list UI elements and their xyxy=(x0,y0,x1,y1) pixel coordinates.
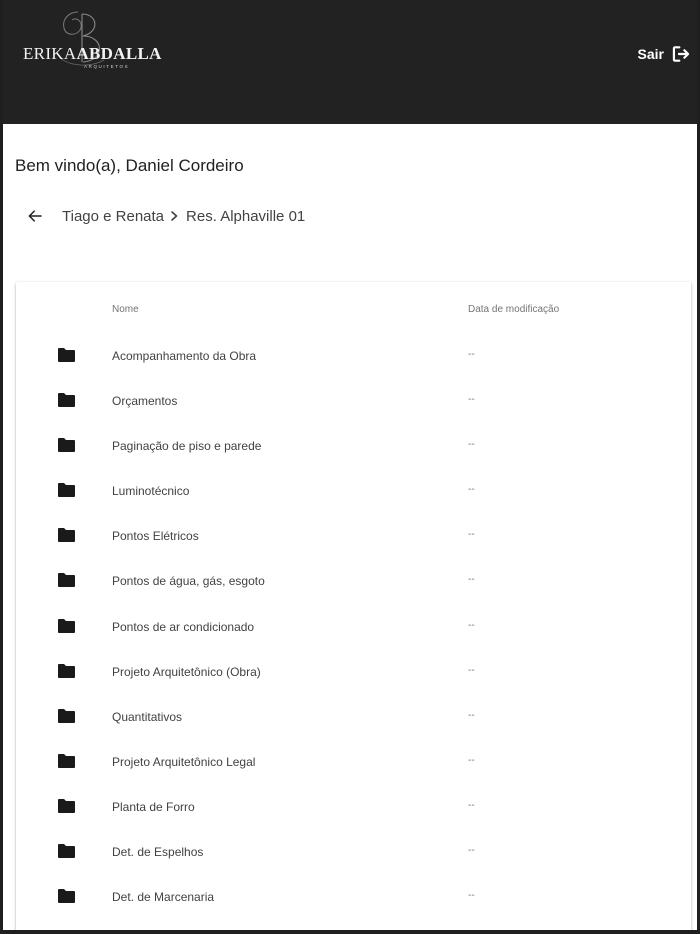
logout-icon xyxy=(672,46,690,62)
table-row[interactable]: Det. de Espelhos -- xyxy=(16,829,691,874)
table-row[interactable]: Acompanhamento da Obra -- xyxy=(16,333,691,378)
file-modified-date: -- xyxy=(468,529,475,541)
table-row[interactable]: Det. de Marcenaria -- xyxy=(16,874,691,919)
folder-icon xyxy=(58,844,75,859)
file-name: Det. de Espelhos xyxy=(112,845,204,860)
file-name: Pontos Elétricos xyxy=(112,529,199,544)
file-name: Pontos de água, gás, esgoto xyxy=(112,574,265,589)
column-header-modified[interactable]: Data de modificação xyxy=(468,304,559,315)
file-name: Det. de Marcenaria xyxy=(112,890,215,905)
folder-icon xyxy=(58,438,75,453)
chevron-right-icon xyxy=(171,211,178,221)
file-name: Pontos de ar condicionado xyxy=(112,619,255,634)
folder-icon xyxy=(58,663,75,678)
table-row[interactable]: Projeto Arquitetônico Legal -- xyxy=(16,739,691,784)
welcome-message: Bem vindo(a), Daniel Cordeiro xyxy=(15,156,244,175)
file-modified-date: -- xyxy=(468,574,475,586)
table-row[interactable]: Pontos de água, gás, esgoto -- xyxy=(16,558,691,603)
file-modified-date: -- xyxy=(468,890,475,902)
file-modified-date: -- xyxy=(468,619,475,631)
table-row[interactable]: Planta de Forro -- xyxy=(16,784,691,829)
folder-icon xyxy=(58,618,75,633)
folder-icon xyxy=(58,348,75,362)
file-name: Acompanhamento da Obra xyxy=(112,349,257,363)
logo-wordmark: ERIKAABDALLA xyxy=(23,44,162,63)
breadcrumb-item-client[interactable]: Tiago e Renata xyxy=(62,208,164,225)
breadcrumb: Tiago e Renata Res. Alphaville 01 xyxy=(25,200,305,232)
logout-button[interactable]: Sair xyxy=(638,44,691,64)
folder-icon xyxy=(58,798,75,813)
file-list-card: Nome Data de modificação Acompanhamento … xyxy=(16,282,691,930)
folder-icon xyxy=(58,889,75,904)
file-list: Acompanhamento da Obra -- Orçamentos -- … xyxy=(16,333,691,919)
file-modified-date: -- xyxy=(468,845,475,857)
table-row[interactable]: Paginação de piso e parede -- xyxy=(16,423,691,468)
file-modified-date: -- xyxy=(468,439,475,451)
arrow-back-icon xyxy=(28,210,42,222)
table-row[interactable]: Pontos Elétricos -- xyxy=(16,513,691,558)
file-name: Projeto Arquitetônico Legal xyxy=(112,754,256,769)
file-name: Quantitativos xyxy=(112,709,183,724)
table-row[interactable]: Projeto Arquitetônico (Obra) -- xyxy=(16,649,691,694)
folder-icon xyxy=(58,753,75,768)
breadcrumb-item-project[interactable]: Res. Alphaville 01 xyxy=(186,208,305,225)
file-modified-date: -- xyxy=(468,664,475,676)
column-header-name[interactable]: Nome xyxy=(112,304,139,315)
folder-icon xyxy=(58,483,75,498)
table-row[interactable]: Luminotécnico -- xyxy=(16,468,691,513)
file-modified-date: -- xyxy=(468,349,475,360)
top-app-bar: ERIKAABDALLA ARQUITETOS Sair xyxy=(3,0,697,124)
folder-icon xyxy=(58,528,75,543)
folder-icon xyxy=(58,393,75,408)
folder-icon xyxy=(58,573,75,588)
file-modified-date: -- xyxy=(468,754,475,766)
file-modified-date: -- xyxy=(468,484,475,496)
file-name: Orçamentos xyxy=(112,394,178,409)
back-button[interactable] xyxy=(25,206,45,226)
folder-icon xyxy=(58,708,75,723)
file-modified-date: -- xyxy=(468,394,475,406)
file-name: Planta de Forro xyxy=(112,799,195,814)
file-modified-date: -- xyxy=(468,709,475,721)
company-logo[interactable]: ERIKAABDALLA ARQUITETOS xyxy=(20,6,161,76)
file-name: Projeto Arquitetônico (Obra) xyxy=(112,664,261,679)
app-page: ERIKAABDALLA ARQUITETOS Sair Bem vindo(a… xyxy=(0,0,700,934)
file-modified-date: -- xyxy=(468,799,475,811)
logo-subtitle: ARQUITETOS xyxy=(84,64,130,69)
table-row[interactable]: Quantitativos -- xyxy=(16,694,691,739)
table-row[interactable]: Pontos de ar condicionado -- xyxy=(16,604,691,649)
file-name: Luminotécnico xyxy=(112,484,190,499)
file-name: Paginação de piso e parede xyxy=(112,439,262,454)
table-row[interactable]: Orçamentos -- xyxy=(16,378,691,423)
logout-label: Sair xyxy=(637,46,664,62)
